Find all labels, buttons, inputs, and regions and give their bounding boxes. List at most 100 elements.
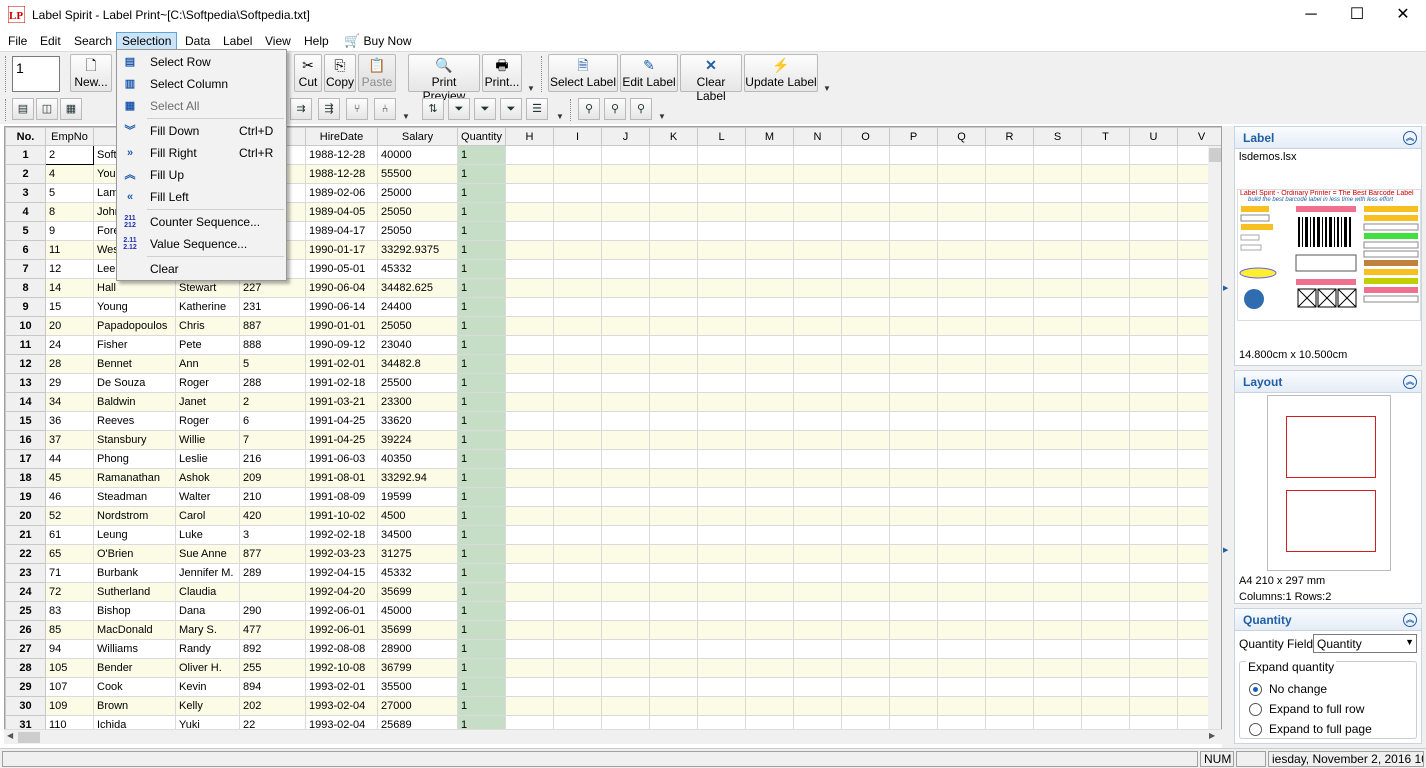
table-cell[interactable] xyxy=(505,525,554,545)
table-cell[interactable] xyxy=(553,506,602,526)
table-cell[interactable]: Hall xyxy=(93,278,176,298)
record-input[interactable]: 1 xyxy=(12,56,60,92)
table-cell[interactable] xyxy=(937,202,986,222)
table-row[interactable]: 13 29 De Souza Roger 288 1991-02-18 25500 1 xyxy=(5,373,1221,393)
table-cell[interactable] xyxy=(937,354,986,374)
table-cell[interactable]: 39224 xyxy=(377,430,458,450)
table-cell[interactable] xyxy=(793,259,842,279)
table-cell[interactable] xyxy=(1081,335,1130,355)
table-cell[interactable] xyxy=(1129,145,1178,165)
table-cell[interactable]: 105 xyxy=(45,658,94,678)
table-row[interactable]: 14 34 Baldwin Janet 2 1991-03-21 23300 1 xyxy=(5,392,1221,412)
row-number-cell[interactable]: 28 xyxy=(5,658,46,678)
quantity-cell[interactable]: 1 xyxy=(457,506,506,526)
table-cell[interactable] xyxy=(505,259,554,279)
table-cell[interactable]: 4 xyxy=(45,164,94,184)
table-cell[interactable] xyxy=(1129,620,1178,640)
table-cell[interactable] xyxy=(985,145,1034,165)
table-cell[interactable]: Luke xyxy=(175,525,240,545)
table-cell[interactable] xyxy=(841,696,890,716)
table-cell[interactable] xyxy=(889,297,938,317)
row-number-cell[interactable]: 30 xyxy=(5,696,46,716)
table-cell[interactable]: 45332 xyxy=(377,563,458,583)
table-cell[interactable]: 107 xyxy=(45,677,94,697)
table-cell[interactable] xyxy=(937,183,986,203)
table-cell[interactable] xyxy=(745,145,794,165)
table-cell[interactable] xyxy=(697,411,746,431)
table-cell[interactable] xyxy=(745,335,794,355)
table-cell[interactable] xyxy=(697,449,746,469)
table-cell[interactable]: 1992-04-20 xyxy=(305,582,378,602)
table-cell[interactable] xyxy=(697,620,746,640)
table-cell[interactable] xyxy=(1081,525,1130,545)
table-cell[interactable] xyxy=(697,373,746,393)
table-cell[interactable] xyxy=(745,620,794,640)
row-number-cell[interactable]: 29 xyxy=(5,677,46,697)
table-cell[interactable]: Randy xyxy=(175,639,240,659)
filter-edit-icon[interactable]: ⏷ xyxy=(474,98,496,120)
toolbar-grip[interactable] xyxy=(541,56,544,92)
table-cell[interactable] xyxy=(745,677,794,697)
table-cell[interactable] xyxy=(1081,183,1130,203)
table-cell[interactable] xyxy=(1033,202,1082,222)
table-cell[interactable]: 37 xyxy=(45,430,94,450)
table-cell[interactable] xyxy=(745,449,794,469)
table-cell[interactable] xyxy=(601,487,650,507)
table-cell[interactable] xyxy=(985,259,1034,279)
row-number-cell[interactable]: 4 xyxy=(5,202,46,222)
table-cell[interactable] xyxy=(745,373,794,393)
table-cell[interactable] xyxy=(649,240,698,260)
table-cell[interactable] xyxy=(649,582,698,602)
table-cell[interactable]: 209 xyxy=(239,468,306,488)
table-cell[interactable] xyxy=(841,582,890,602)
table-cell[interactable] xyxy=(1033,696,1082,716)
table-cell[interactable] xyxy=(553,677,602,697)
table-cell[interactable]: 894 xyxy=(239,677,306,697)
quantity-cell[interactable]: 1 xyxy=(457,563,506,583)
column-layout-icon[interactable]: ◫ xyxy=(36,98,58,120)
table-cell[interactable] xyxy=(1129,639,1178,659)
menu-select-column[interactable]: ▥ Select Column xyxy=(117,74,286,94)
table-cell[interactable] xyxy=(553,240,602,260)
table-cell[interactable] xyxy=(649,449,698,469)
table-cell[interactable] xyxy=(1033,259,1082,279)
table-cell[interactable] xyxy=(841,601,890,621)
table-cell[interactable]: 8 xyxy=(45,202,94,222)
toolbar-grip[interactable] xyxy=(5,99,8,121)
insert-column-icon[interactable]: ⇉ xyxy=(290,98,312,120)
table-cell[interactable] xyxy=(553,354,602,374)
table-cell[interactable] xyxy=(1033,392,1082,412)
table-cell[interactable]: Bennet xyxy=(93,354,176,374)
copy-button[interactable]: ⎘ Copy xyxy=(324,54,356,92)
table-cell[interactable] xyxy=(697,525,746,545)
layout-pane-header[interactable]: Layout ︽ xyxy=(1235,371,1421,393)
table-cell[interactable]: 25050 xyxy=(377,221,458,241)
table-cell[interactable] xyxy=(697,278,746,298)
table-cell[interactable] xyxy=(697,202,746,222)
table-cell[interactable]: 289 xyxy=(239,563,306,583)
table-cell[interactable] xyxy=(889,316,938,336)
row-number-cell[interactable]: 17 xyxy=(5,449,46,469)
table-cell[interactable] xyxy=(601,373,650,393)
table-cell[interactable]: 231 xyxy=(239,297,306,317)
table-cell[interactable] xyxy=(505,145,554,165)
column-header[interactable]: S xyxy=(1033,127,1082,146)
table-cell[interactable] xyxy=(1129,487,1178,507)
splitter-arrow-icon[interactable]: ▶ xyxy=(1223,284,1228,292)
table-cell[interactable]: 7 xyxy=(239,430,306,450)
table-row[interactable]: 21 61 Leung Luke 3 1992-02-18 34500 1 xyxy=(5,525,1221,545)
quantity-cell[interactable]: 1 xyxy=(457,582,506,602)
menu-data[interactable]: Data xyxy=(180,32,215,50)
table-cell[interactable] xyxy=(601,696,650,716)
table-cell[interactable]: 1992-03-23 xyxy=(305,544,378,564)
table-cell[interactable] xyxy=(889,240,938,260)
table-cell[interactable]: Walter xyxy=(175,487,240,507)
table-cell[interactable] xyxy=(1129,316,1178,336)
row-number-cell[interactable]: 5 xyxy=(5,221,46,241)
update-label-button[interactable]: ⚡ Update Label xyxy=(744,54,818,92)
table-cell[interactable] xyxy=(649,468,698,488)
table-cell[interactable] xyxy=(793,335,842,355)
find-icon[interactable]: ⚲ xyxy=(578,98,600,120)
menu-edit[interactable]: Edit xyxy=(35,32,66,50)
row-number-cell[interactable]: 10 xyxy=(5,316,46,336)
